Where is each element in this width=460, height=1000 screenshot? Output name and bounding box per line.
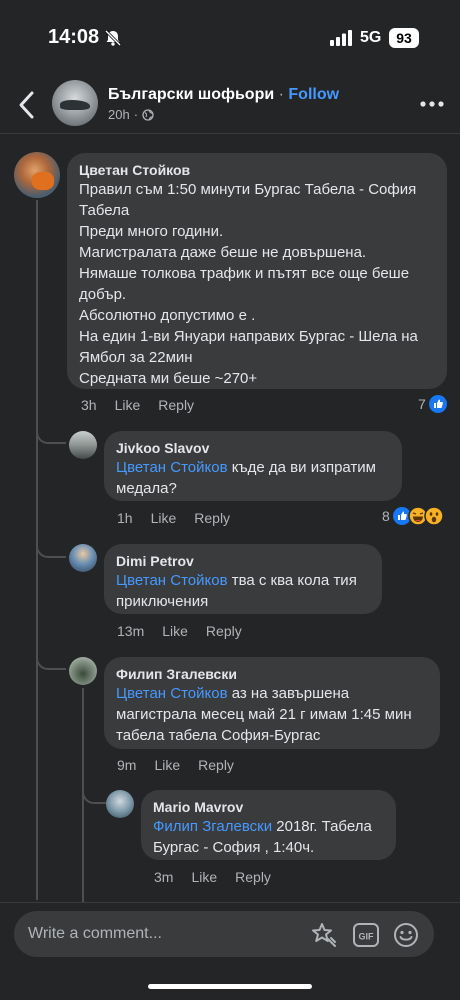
comment-line: Правил съм 1:50 минути Бургас Табела - С… bbox=[79, 181, 417, 198]
post-meta: 20h · bbox=[108, 107, 154, 122]
dot-separator: · bbox=[133, 107, 139, 122]
like-button[interactable]: Like bbox=[191, 869, 217, 885]
comment-line: Магистралата даже беше не довършена. bbox=[79, 244, 367, 261]
like-button[interactable]: Like bbox=[115, 397, 141, 413]
comment-line: Бургас - София , 1:40ч. bbox=[153, 839, 315, 856]
bell-off-icon bbox=[104, 29, 122, 47]
comment-text: Филип Згалевски 2018г. Табела Бургас - С… bbox=[153, 816, 384, 858]
comment-age: 13m bbox=[117, 623, 145, 639]
reply-button[interactable]: Reply bbox=[198, 757, 234, 773]
like-reaction-icon bbox=[428, 395, 447, 413]
comment-actions: 13m Like Reply bbox=[117, 623, 260, 639]
mention-link[interactable]: Цветан Стойков bbox=[116, 685, 228, 702]
header-separator: · bbox=[274, 86, 289, 103]
signal-icon bbox=[330, 30, 352, 46]
reaction-count: 8 bbox=[382, 508, 390, 524]
comment-text: Цветан Стойков аз на завършена магистрал… bbox=[116, 683, 428, 746]
comment-line: добър. bbox=[79, 286, 127, 303]
comment-bubble: Dimi Petrov Цветан Стойков тва с ква кол… bbox=[104, 544, 382, 614]
avatar-sticker-icon[interactable] bbox=[310, 921, 338, 949]
gif-icon[interactable]: GIF bbox=[352, 921, 380, 949]
comment-actions: 1h Like Reply bbox=[117, 510, 248, 526]
comment-text-part: 2018г. Табела bbox=[272, 818, 372, 835]
globe-icon bbox=[142, 108, 154, 121]
thread-connector bbox=[36, 420, 66, 444]
comment-actions: 3m Like Reply bbox=[154, 869, 289, 885]
reply-button[interactable]: Reply bbox=[194, 510, 230, 526]
post-header: Български шофьори · Follow 20h · bbox=[0, 76, 460, 134]
follow-button[interactable]: Follow bbox=[288, 86, 339, 103]
avatar[interactable] bbox=[69, 657, 97, 685]
comment-author[interactable]: Филип Згалевски bbox=[116, 665, 428, 683]
comment-line: Абсолютно допустимо е . bbox=[79, 307, 256, 324]
comment-line: Преди много години. bbox=[79, 223, 224, 240]
comment-author[interactable]: Mario Mavrov bbox=[153, 798, 384, 816]
comment-line: табела табела София-Бургас bbox=[116, 727, 321, 744]
comment-actions: 9m Like Reply bbox=[117, 757, 252, 773]
mention-link[interactable]: Цветан Стойков bbox=[116, 572, 228, 589]
reply-button[interactable]: Reply bbox=[206, 623, 242, 639]
wow-reaction-icon bbox=[424, 506, 444, 526]
more-options-icon[interactable] bbox=[420, 100, 444, 108]
emoji-icon[interactable] bbox=[392, 921, 420, 949]
comment-text-part: къде да ви изпратим bbox=[227, 459, 376, 476]
comment-input[interactable]: Write a comment... GIF bbox=[14, 911, 434, 957]
comment-line: приключения bbox=[116, 593, 209, 610]
comment-line: магистрала месец май 21 г имам 1:45 мин bbox=[116, 706, 412, 723]
thread-connector bbox=[36, 646, 66, 670]
thread-connector bbox=[82, 780, 106, 804]
comment-line: На един 1-ви Януари направих Бургас - Ше… bbox=[79, 328, 418, 345]
reaction-count: 7 bbox=[418, 396, 426, 412]
comment-line: Ямбол за 22мин bbox=[79, 349, 193, 366]
comment-input-placeholder: Write a comment... bbox=[28, 925, 162, 942]
comment-text: Правил съм 1:50 минути Бургас Табела - С… bbox=[79, 179, 435, 389]
post-age: 20h bbox=[108, 107, 130, 122]
battery-indicator: 93 bbox=[389, 28, 419, 48]
like-button[interactable]: Like bbox=[162, 623, 188, 639]
like-button[interactable]: Like bbox=[154, 757, 180, 773]
mention-link[interactable]: Филип Згалевски bbox=[153, 818, 272, 835]
home-indicator bbox=[148, 984, 312, 989]
reply-button[interactable]: Reply bbox=[235, 869, 271, 885]
comment-bubble: Mario Mavrov Филип Згалевски 2018г. Табе… bbox=[141, 790, 396, 860]
comment-age: 3m bbox=[154, 869, 174, 885]
comment-age: 1h bbox=[117, 510, 133, 526]
gif-label: GIF bbox=[359, 932, 375, 942]
comment-age: 9m bbox=[117, 757, 137, 773]
status-bar: 14:08 5G 93 bbox=[0, 0, 460, 76]
group-name-link[interactable]: Български шофьори bbox=[108, 86, 274, 103]
comment-age: 3h bbox=[81, 397, 97, 413]
comment-text-part: аз на завършена bbox=[227, 685, 350, 702]
comment-bubble: Цветан Стойков Правил съм 1:50 минути Бу… bbox=[67, 153, 447, 389]
comment-line: Табела bbox=[79, 202, 130, 219]
back-arrow-icon[interactable] bbox=[16, 90, 38, 120]
avatar[interactable] bbox=[69, 544, 97, 572]
avatar[interactable] bbox=[106, 790, 134, 818]
reaction-summary[interactable]: 8 bbox=[382, 506, 444, 526]
comment-bubble: Jivkoo Slavov Цветан Стойков къде да ви … bbox=[104, 431, 402, 501]
avatar[interactable] bbox=[14, 152, 60, 198]
status-time: 14:08 bbox=[48, 26, 100, 48]
comment-text: Цветан Стойков къде да ви изпратим медал… bbox=[116, 457, 390, 499]
reaction-summary[interactable]: 7 bbox=[418, 394, 448, 414]
comment-actions: 3h Like Reply bbox=[81, 397, 212, 413]
thread-connector bbox=[36, 534, 66, 558]
group-avatar[interactable] bbox=[52, 80, 98, 126]
comment-text-part: тва с ква кола тия bbox=[227, 572, 357, 589]
group-title: Български шофьори · Follow bbox=[108, 86, 339, 104]
like-button[interactable]: Like bbox=[151, 510, 177, 526]
comment-line: Нямаше толкова трафик и пътят все още бе… bbox=[79, 265, 410, 282]
comment-line: Средната ми беше ~270+ bbox=[79, 370, 258, 387]
mention-link[interactable]: Цветан Стойков bbox=[116, 459, 228, 476]
comment-line: медала? bbox=[116, 480, 177, 497]
comment-author[interactable]: Цветан Стойков bbox=[79, 161, 435, 179]
network-type: 5G bbox=[360, 29, 382, 46]
avatar[interactable] bbox=[69, 431, 97, 459]
comment-author[interactable]: Dimi Petrov bbox=[116, 552, 370, 570]
comment-author[interactable]: Jivkoo Slavov bbox=[116, 439, 390, 457]
comment-text: Цветан Стойков тва с ква кола тия приклю… bbox=[116, 570, 370, 612]
reply-button[interactable]: Reply bbox=[158, 397, 194, 413]
comment-bubble: Филип Згалевски Цветан Стойков аз на зав… bbox=[104, 657, 440, 749]
